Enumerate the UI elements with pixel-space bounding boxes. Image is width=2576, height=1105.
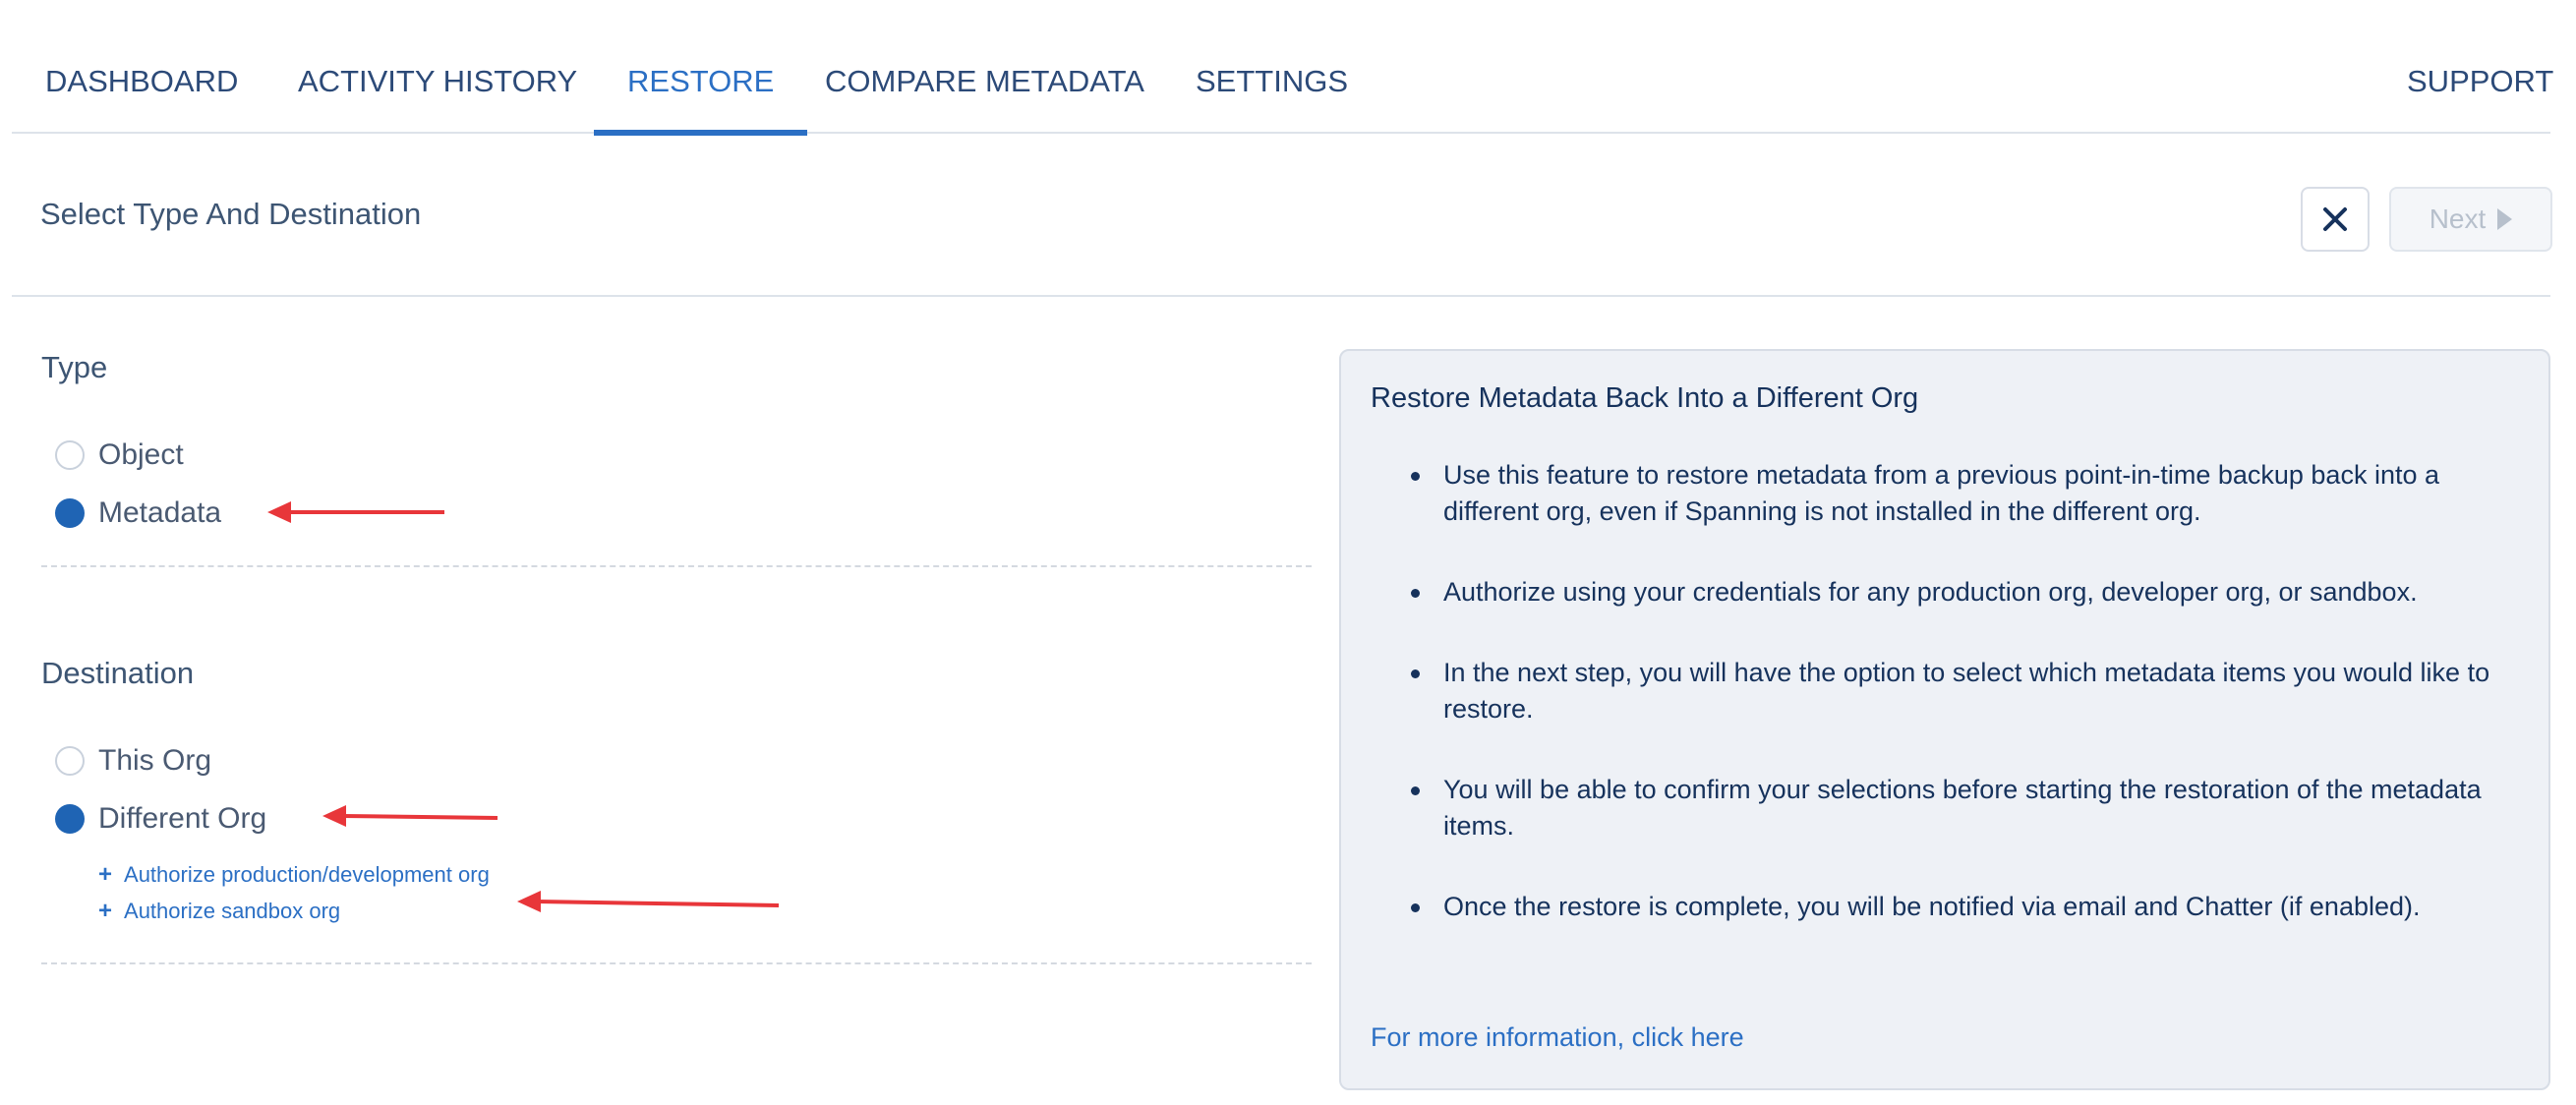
info-panel-title: Restore Metadata Back Into a Different O… — [1371, 382, 1919, 414]
annotation-arrow-metadata — [267, 501, 444, 523]
next-button[interactable]: Next — [2389, 187, 2552, 252]
authorize-production-label: Authorize production/development org — [124, 862, 490, 887]
page-title: Select Type And Destination — [40, 197, 422, 231]
list-item: In the next step, you will have the opti… — [1371, 655, 2511, 727]
tab-restore[interactable]: RESTORE — [593, 0, 808, 136]
tab-compare-metadata[interactable]: COMPARE METADATA — [825, 0, 1144, 134]
section-divider — [41, 565, 1312, 567]
close-button[interactable] — [2301, 187, 2370, 252]
list-item: You will be able to confirm your selecti… — [1371, 772, 2511, 844]
support-link[interactable]: SUPPORT — [2407, 0, 2553, 134]
radio-circle[interactable] — [55, 746, 85, 776]
next-button-label: Next — [2429, 204, 2487, 234]
radio-circle-selected[interactable] — [55, 498, 85, 528]
plus-icon: + — [98, 898, 113, 924]
authorize-production-link[interactable]: + Authorize production/development org — [98, 861, 490, 889]
radio-label-object: Object — [98, 438, 184, 471]
radio-circle-selected[interactable] — [55, 804, 85, 834]
annotation-arrow-different-org — [322, 805, 498, 827]
list-item: Authorize using your credentials for any… — [1371, 574, 2511, 611]
radio-label-metadata: Metadata — [98, 496, 222, 529]
close-icon — [2323, 207, 2347, 231]
play-icon — [2497, 208, 2513, 230]
section-divider — [41, 962, 1312, 964]
info-bullet-list: Use this feature to restore metadata fro… — [1371, 457, 2511, 969]
type-section-label: Type — [41, 350, 108, 384]
radio-label-different-org: Different Org — [98, 802, 267, 835]
step-header: Select Type And Destination Next — [12, 136, 2552, 297]
annotation-arrow-authorize-links — [517, 891, 780, 912]
authorize-sandbox-label: Authorize sandbox org — [124, 899, 341, 923]
info-panel: Restore Metadata Back Into a Different O… — [1339, 349, 2550, 1090]
plus-icon: + — [98, 861, 113, 888]
radio-this-org[interactable]: This Org — [55, 744, 211, 778]
tab-settings[interactable]: SETTINGS — [1196, 0, 1348, 134]
tab-dashboard[interactable]: DASHBOARD — [45, 0, 238, 134]
authorize-sandbox-link[interactable]: + Authorize sandbox org — [98, 898, 340, 925]
more-info-link[interactable]: For more information, click here — [1371, 1022, 1744, 1053]
radio-metadata[interactable]: Metadata — [55, 496, 221, 530]
radio-different-org[interactable]: Different Org — [55, 802, 266, 836]
radio-circle[interactable] — [55, 440, 85, 470]
destination-section-label: Destination — [41, 656, 195, 690]
list-item: Once the restore is complete, you will b… — [1371, 889, 2511, 925]
top-navigation: DASHBOARD ACTIVITY HISTORY RESTORE COMPA… — [12, 0, 2553, 136]
tab-activity-history[interactable]: ACTIVITY HISTORY — [298, 0, 577, 134]
list-item: Use this feature to restore metadata fro… — [1371, 457, 2511, 530]
radio-label-this-org: This Org — [98, 744, 212, 777]
radio-object[interactable]: Object — [55, 438, 184, 472]
